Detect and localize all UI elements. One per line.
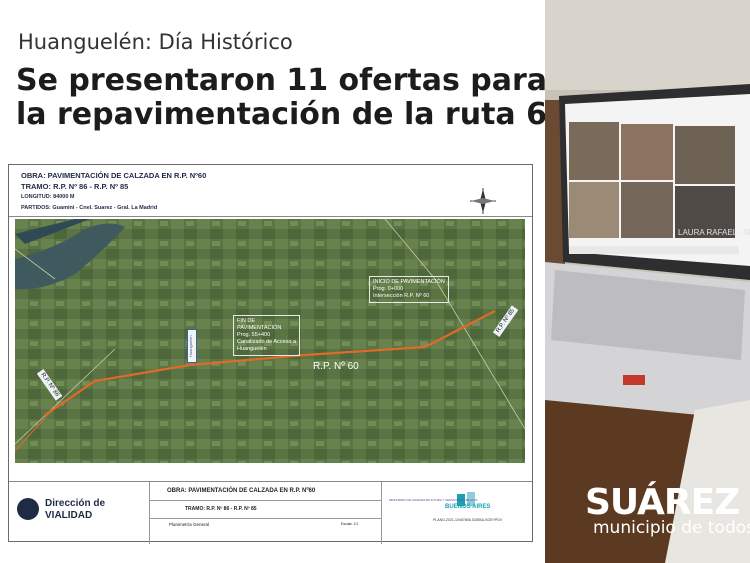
inicio-pavimentacion-label: INICIO DE PAVIMENTACIÓN Prog. 0+000 Inte… <box>369 276 449 303</box>
route-name-label: R.P. Nº 60 <box>313 361 359 372</box>
plano-number: PLANO-2021-10467806-GDEBA-SGEYPDV <box>433 518 503 522</box>
plan-title-block: Dirección de VIALIDAD OBRA: PAVIMENTACIÓ… <box>9 481 532 544</box>
plan-partidos: PARTIDOS: Guamini - Cnel. Suarez - Gral.… <box>21 205 158 211</box>
plan-header: OBRA: PAVIMENTACIÓN DE CALZADA EN R.P. N… <box>9 165 532 217</box>
headline-line-1: Se presentaron 11 ofertas para <box>16 63 548 98</box>
fin-pavimentacion-label: FIN DE PAVIMENTACIÓN Prog. 55+400 Canali… <box>233 315 301 356</box>
vialidad-emblem-icon <box>17 498 39 520</box>
plan-obra: OBRA: PAVIMENTACIÓN DE CALZADA EN R.P. N… <box>21 171 207 180</box>
article-headline: Se presentaron 11 ofertas para la repavi… <box>16 63 568 132</box>
laptop-photo: LAURA RAFAEL - M SUÁREZ municipio de tod… <box>545 0 750 563</box>
suarez-brand: SUÁREZ <box>585 482 740 523</box>
titleblock-obra: OBRA: PAVIMENTACIÓN DE CALZADA EN R.P. N… <box>167 488 316 494</box>
compass-icon <box>470 188 496 214</box>
plan-longitud: LONGITUD: 84000 M <box>21 194 75 200</box>
road-plan-sheet: OBRA: PAVIMENTACIÓN DE CALZADA EN R.P. N… <box>8 164 533 544</box>
ministerio-label: MINISTERIO DE INFRAESTRUCTURA Y SERVICIO… <box>389 498 478 502</box>
titleblock-escala: Escala: 1/1 <box>341 522 359 526</box>
article-kicker: Huanguelén: Día Histórico <box>18 30 293 54</box>
vialidad-logo: Dirección de VIALIDAD <box>17 492 147 526</box>
plan-tramo: TRAMO: R.P. Nº 86 - R.P. Nº 85 <box>21 182 129 191</box>
brand-tagline: municipio de todos <box>593 518 750 538</box>
participant-caption: LAURA RAFAEL - M <box>678 228 750 237</box>
buenos-aires-label: BUENOS AIRES <box>445 504 491 510</box>
satellite-map: INICIO DE PAVIMENTACIÓN Prog. 0+000 Inte… <box>15 219 525 463</box>
article-panel: Huanguelén: Día Histórico Se presentaron… <box>0 0 568 563</box>
headline-line-2: la repavimentación de la ruta 60 <box>16 97 568 132</box>
titleblock-tramo: TRAMO: R.P. Nº 86 - R.P. Nº 85 <box>185 506 257 512</box>
titleblock-planimetria: Planimetría General <box>169 522 210 527</box>
huanguelen-sign: Huanguelén <box>187 329 197 363</box>
